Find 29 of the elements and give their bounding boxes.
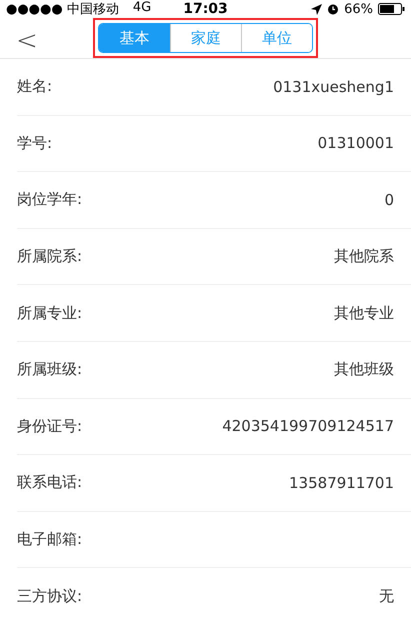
battery-icon	[378, 3, 405, 15]
field-label: 所属班级:	[17, 360, 82, 380]
field-label: 三方协议:	[17, 586, 82, 606]
field-value: 其他院系	[334, 247, 394, 266]
field-label: 学号:	[17, 134, 52, 153]
network-text: 4G	[132, 0, 152, 17]
field-value: 0	[384, 190, 394, 209]
field-label: 所属专业:	[17, 304, 82, 323]
field-label: 所属院系:	[17, 247, 82, 266]
field-value: 0131xuesheng1	[273, 78, 394, 96]
field-value: 其他班级	[334, 360, 394, 380]
carrier-text: ●●●●● 中国移动	[6, 1, 119, 18]
field-label: 身份证号:	[17, 416, 82, 436]
field-value: 无	[379, 586, 394, 606]
segment-tab[interactable]: 基本	[99, 24, 170, 52]
field-label: 姓名:	[17, 77, 52, 96]
back-button[interactable]: <	[12, 26, 42, 56]
field-value: 13587911701	[289, 474, 394, 492]
field-label: 岗位学年:	[17, 190, 82, 210]
location-icon	[311, 4, 322, 14]
field-label: 联系电话:	[17, 473, 82, 492]
time-text: 17:03	[183, 1, 228, 17]
field-value: 420354199709124517	[222, 417, 394, 436]
segment-tab[interactable]: 单位	[241, 24, 312, 52]
field-value: 其他专业	[334, 304, 394, 323]
alarm-icon	[327, 3, 340, 15]
field-value: 01310001	[318, 134, 394, 152]
field-label: 电子邮箱:	[17, 530, 82, 550]
battery-text: 66%	[344, 2, 373, 16]
